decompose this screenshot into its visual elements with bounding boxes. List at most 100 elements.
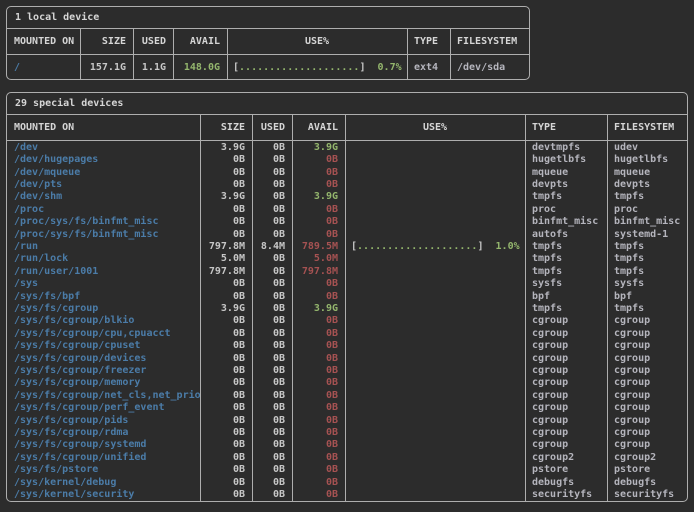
table-title: 1 local device [7, 7, 529, 29]
cell-mounted-on: / [7, 62, 80, 73]
usage-bar-dots: .................... [357, 241, 477, 252]
table-row: /sys/fs/cgroup/net_cls,net_prio0B0B0Bcgr… [7, 389, 687, 401]
header-row: MOUNTED ONSIZEUSEDAVAILUSE%TYPEFILESYSTE… [7, 115, 687, 141]
cell-filesystem: cgroup [607, 340, 687, 351]
cell-filesystem: cgroup [607, 365, 687, 376]
cell-avail: 0B [292, 167, 345, 178]
cell-avail: 0B [292, 353, 345, 364]
cell-type: cgroup [525, 340, 607, 351]
table-row: /proc/sys/fs/binfmt_misc0B0B0Bbinfmt_mis… [7, 215, 687, 227]
column-header: AVAIL [292, 122, 345, 133]
column-separator [345, 115, 346, 501]
cell-used: 0B [252, 439, 292, 450]
cell-used: 0B [252, 377, 292, 388]
cell-type: cgroup [525, 402, 607, 413]
table-row: /sys/fs/pstore0B0B0Bpstorepstore [7, 464, 687, 476]
cell-used: 0B [252, 278, 292, 289]
cell-type: securityfs [525, 489, 607, 500]
table-row: /sys/fs/bpf0B0B0Bbpfbpf [7, 290, 687, 302]
table-row: /proc/sys/fs/binfmt_misc0B0B0Bautofssyst… [7, 228, 687, 240]
cell-filesystem: mqueue [607, 167, 687, 178]
cell-avail: 0B [292, 464, 345, 475]
cell-avail: 0B [292, 315, 345, 326]
cell-mounted-on: /run/user/1001 [7, 266, 200, 277]
cell-mounted-on: /dev/mqueue [7, 167, 200, 178]
cell-avail: 3.9G [292, 191, 345, 202]
table-row: /sys/fs/cgroup/unified0B0B0Bcgroup2cgrou… [7, 451, 687, 463]
cell-used: 0B [252, 402, 292, 413]
cell-avail: 0B [292, 402, 345, 413]
cell-size: 0B [200, 390, 252, 401]
cell-size: 0B [200, 353, 252, 364]
cell-used: 0B [252, 477, 292, 488]
column-separator [525, 115, 526, 501]
table-row: /sys/fs/cgroup/memory0B0B0Bcgroupcgroup [7, 377, 687, 389]
cell-mounted-on: /sys/fs/cgroup/cpu,cpuacct [7, 328, 200, 339]
usage-percent: 1.0% [483, 241, 519, 252]
cell-filesystem: hugetlbfs [607, 154, 687, 165]
column-header: FILESYSTEM [450, 36, 529, 47]
terminal-screen: { "colors": { "bg": "#2c2c2c", "border":… [0, 0, 694, 512]
cell-filesystem: tmpfs [607, 191, 687, 202]
cell-avail: 0B [292, 365, 345, 376]
cell-size: 797.8M [200, 266, 252, 277]
cell-avail: 0B [292, 489, 345, 500]
cell-filesystem: tmpfs [607, 266, 687, 277]
table-row: /dev/mqueue0B0B0Bmqueuemqueue [7, 166, 687, 178]
cell-type: tmpfs [525, 253, 607, 264]
table-row: /sys/fs/cgroup/freezer0B0B0Bcgroupcgroup [7, 364, 687, 376]
cell-type: cgroup [525, 315, 607, 326]
cell-avail: 0B [292, 340, 345, 351]
cell-avail: 0B [292, 328, 345, 339]
cell-avail: 0B [292, 477, 345, 488]
cell-size: 0B [200, 439, 252, 450]
table-row: /dev/pts0B0B0Bdevptsdevpts [7, 178, 687, 190]
cell-filesystem: cgroup [607, 427, 687, 438]
cell-used: 0B [252, 303, 292, 314]
column-separator [407, 29, 408, 79]
cell-mounted-on: /sys [7, 278, 200, 289]
table-row: /run/lock5.0M0B5.0Mtmpfstmpfs [7, 253, 687, 265]
cell-mounted-on: /sys/fs/bpf [7, 291, 200, 302]
column-separator [80, 29, 81, 79]
cell-size: 5.0M [200, 253, 252, 264]
cell-used: 0B [252, 216, 292, 227]
cell-avail: 0B [292, 427, 345, 438]
cell-mounted-on: /sys/fs/cgroup [7, 303, 200, 314]
table-row: /sys/fs/cgroup/rdma0B0B0Bcgroupcgroup [7, 426, 687, 438]
cell-type: bpf [525, 291, 607, 302]
cell-mounted-on: /sys/fs/cgroup/systemd [7, 439, 200, 450]
cell-mounted-on: /run/lock [7, 253, 200, 264]
cell-type: tmpfs [525, 303, 607, 314]
cell-type: mqueue [525, 167, 607, 178]
cell-used: 0B [252, 328, 292, 339]
cell-used: 0B [252, 464, 292, 475]
cell-used: 0B [252, 415, 292, 426]
usage-percent: 0.7% [365, 62, 401, 73]
column-header: TYPE [407, 36, 450, 47]
cell-type: tmpfs [525, 241, 607, 252]
column-header: USE% [227, 36, 407, 47]
cell-filesystem: cgroup [607, 402, 687, 413]
cell-avail: 3.9G [292, 303, 345, 314]
cell-type: cgroup [525, 353, 607, 364]
cell-avail: 0B [292, 229, 345, 240]
column-header: AVAIL [173, 36, 227, 47]
cell-mounted-on: /proc/sys/fs/binfmt_misc [7, 216, 200, 227]
table-row: /sys/fs/cgroup/blkio0B0B0Bcgroupcgroup [7, 315, 687, 327]
table-row: /sys/fs/cgroup/cpu,cpuacct0B0B0Bcgroupcg… [7, 327, 687, 339]
local-devices-table: 1 local device MOUNTED ONSIZEUSEDAVAILUS… [6, 6, 530, 80]
cell-mounted-on: /sys/fs/cgroup/unified [7, 452, 200, 463]
cell-mounted-on: /sys/fs/pstore [7, 464, 200, 475]
cell-filesystem: udev [607, 142, 687, 153]
cell-used: 8.4M [252, 241, 292, 252]
cell-filesystem: /dev/sda [450, 62, 529, 73]
cell-mounted-on: /sys/fs/cgroup/net_cls,net_prio [7, 390, 200, 401]
column-separator [450, 29, 451, 79]
cell-usage-bar: [....................] 0.7% [227, 62, 407, 73]
table-row: /sys/fs/cgroup/cpuset0B0B0Bcgroupcgroup [7, 340, 687, 352]
cell-avail: 0B [292, 439, 345, 450]
column-header: TYPE [525, 122, 607, 133]
cell-size: 0B [200, 427, 252, 438]
cell-mounted-on: /sys/fs/cgroup/perf_event [7, 402, 200, 413]
